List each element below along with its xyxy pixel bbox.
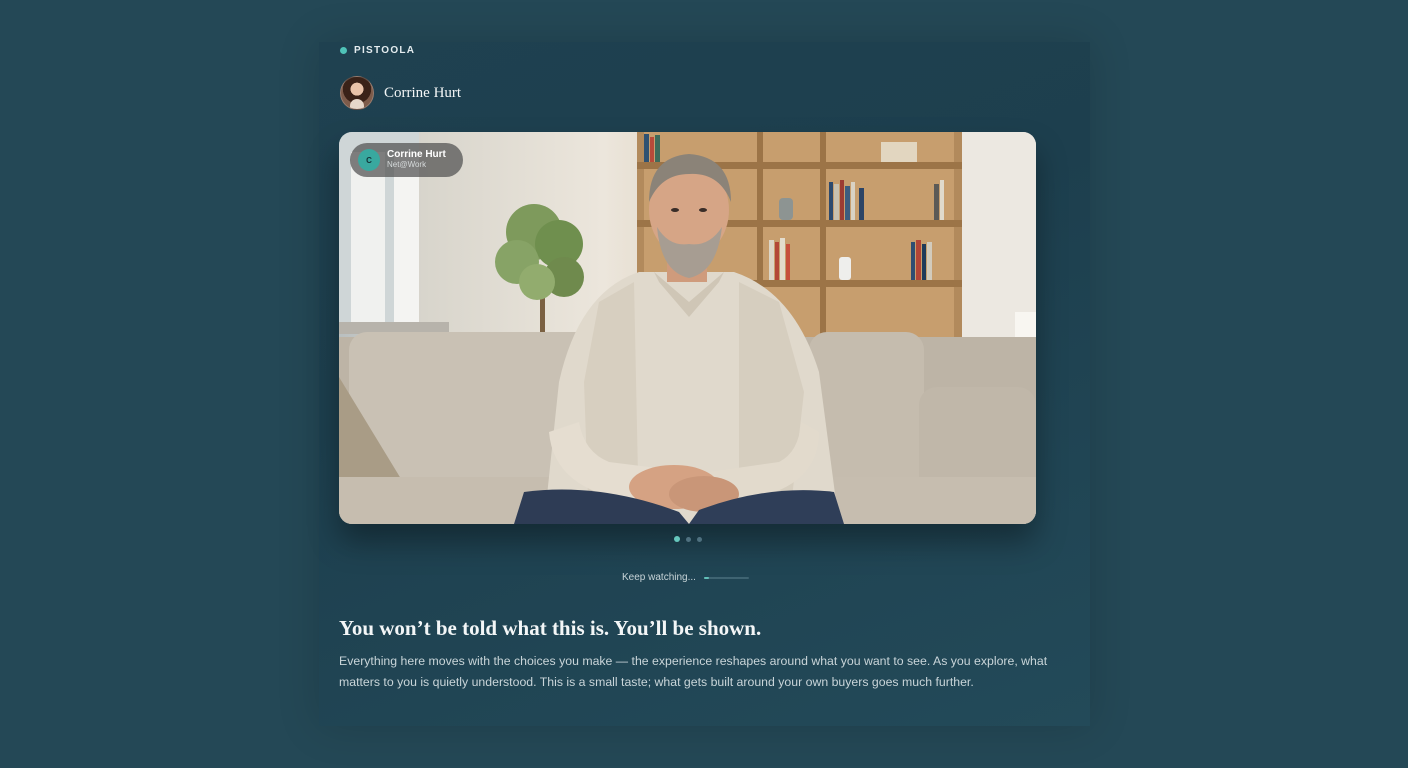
keep-watching[interactable]: Keep watching...	[622, 572, 749, 583]
chip-name: Corrine Hurt	[387, 149, 446, 160]
video-player[interactable]: C Corrine Hurt Net@Work	[339, 132, 1036, 524]
author-avatar	[340, 76, 374, 110]
video-frame	[339, 132, 1036, 524]
page-panel: PISTOOLA Corrine Hurt C Corrine Hurt Net…	[319, 42, 1090, 726]
chip-avatar: C	[358, 149, 380, 171]
brand: PISTOOLA	[340, 45, 415, 56]
keep-watching-label: Keep watching...	[622, 572, 696, 583]
carousel-dots	[674, 536, 702, 542]
carousel-dot-1[interactable]	[674, 536, 680, 542]
brand-name: PISTOOLA	[354, 45, 416, 56]
carousel-dot-3[interactable]	[697, 536, 702, 542]
video-presenter-chip: C Corrine Hurt Net@Work	[350, 143, 463, 177]
author-row: Corrine Hurt	[340, 76, 461, 110]
carousel-dot-2[interactable]	[686, 536, 691, 542]
brand-dot-icon	[340, 47, 347, 54]
chip-subtitle: Net@Work	[387, 160, 427, 169]
author-name: Corrine Hurt	[384, 84, 462, 101]
keep-watching-progress	[703, 576, 749, 579]
body-copy: Everything here moves with the choices y…	[339, 654, 1048, 689]
headline: You won’t be told what this is. You’ll b…	[339, 616, 762, 640]
chip-text: Corrine Hurt Net@Work	[387, 150, 446, 170]
keep-watching-progress-fill	[703, 576, 710, 579]
